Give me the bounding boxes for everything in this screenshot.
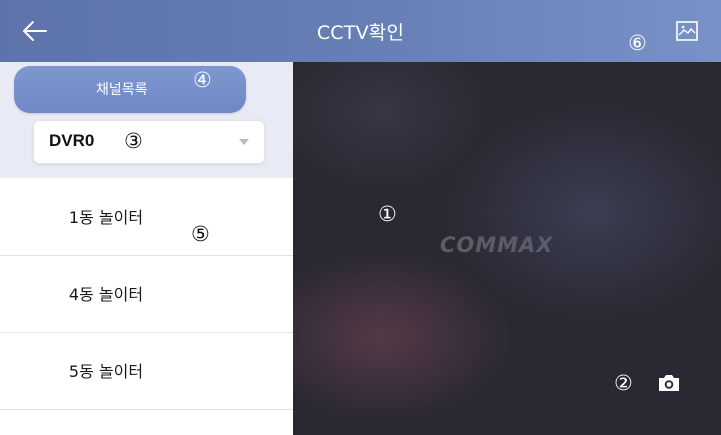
channel-list: 1동 놀이터 4동 놀이터 5동 놀이터 <box>0 178 293 435</box>
callout-marker-3: ③ <box>124 129 143 153</box>
gallery-button[interactable] <box>673 17 701 45</box>
callout-marker-6: ⑥ <box>628 31 647 55</box>
list-item[interactable]: 4동 놀이터 <box>0 255 293 333</box>
camera-icon <box>659 375 679 391</box>
callout-marker-4: ④ <box>193 68 212 92</box>
dvr-select-value: DVR0 <box>49 131 95 150</box>
list-item-label: 1동 놀이터 <box>68 208 144 227</box>
list-item-label: 4동 놀이터 <box>68 285 144 304</box>
page-title: CCTV확인 <box>316 22 405 44</box>
video-texture <box>293 252 513 422</box>
callout-marker-5: ⑤ <box>191 222 210 246</box>
callout-marker-1: ① <box>378 202 397 226</box>
chevron-down-icon <box>239 139 249 145</box>
capture-button[interactable] <box>656 372 682 394</box>
channel-list-label: 채널목록 <box>96 82 148 98</box>
list-item[interactable]: 5동 놀이터 <box>0 332 293 410</box>
gallery-image-icon <box>676 21 698 41</box>
list-item-label: 5동 놀이터 <box>68 362 144 381</box>
top-bar: CCTV확인 <box>0 0 721 62</box>
list-item[interactable]: 1동 놀이터 <box>0 178 293 256</box>
callout-marker-2: ② <box>614 371 633 395</box>
commax-logo: COMMAX <box>440 233 554 257</box>
